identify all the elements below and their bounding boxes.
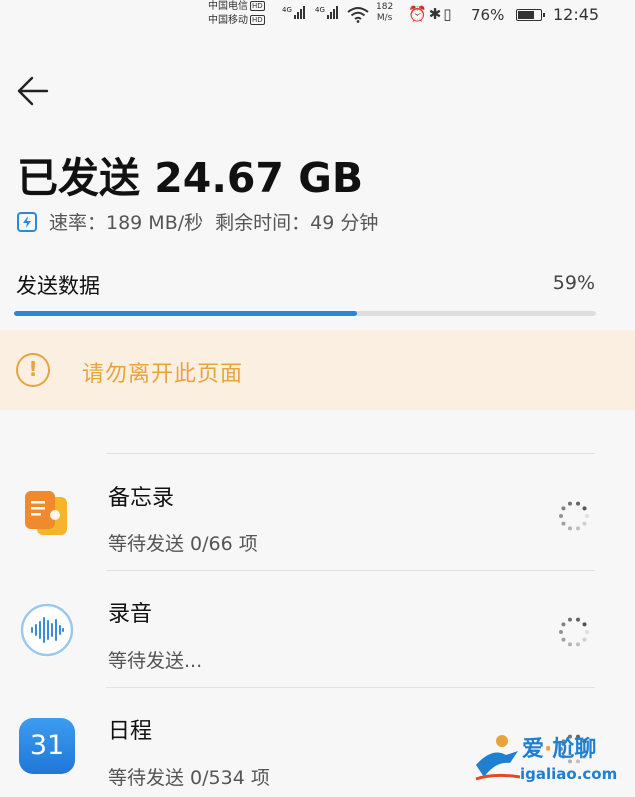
spinner-dot bbox=[567, 501, 572, 506]
divider bbox=[106, 570, 595, 571]
spinner-dot bbox=[576, 526, 581, 531]
remaining-time: 剩余时间：49 分钟 bbox=[215, 212, 379, 234]
spinner-dot bbox=[585, 630, 589, 634]
alarm-icon: ⏰ bbox=[408, 5, 429, 23]
network-speed: 182 M/s bbox=[376, 2, 394, 23]
divider bbox=[106, 687, 595, 688]
spinner-dot bbox=[576, 501, 581, 506]
spinner-dot bbox=[561, 521, 566, 526]
spinner-dot bbox=[582, 506, 587, 511]
clock: 12:45 bbox=[553, 5, 600, 24]
watermark-logo: 爱·尬聊 igaliao.com bbox=[472, 731, 627, 793]
watermark-text: 尬聊 bbox=[552, 737, 597, 762]
spinner-dot bbox=[582, 637, 587, 642]
bluetooth-icon: ✱ bbox=[428, 5, 444, 23]
progress-fill bbox=[14, 311, 358, 316]
page-title: 已发送 24.67 GB bbox=[17, 154, 364, 202]
carrier-2: 中国移动 bbox=[208, 15, 248, 26]
divider bbox=[106, 453, 595, 454]
carrier-1: 中国电信 bbox=[208, 1, 248, 12]
notes-icon bbox=[19, 487, 75, 543]
carrier-info: 中国电信 HD 中国移动 HD bbox=[208, 0, 265, 28]
loading-spinner-icon bbox=[558, 616, 590, 648]
spinner-dot bbox=[585, 514, 589, 518]
item-status: 等待发送 0/534 项 bbox=[108, 767, 270, 789]
signal-icon: 4G bbox=[315, 6, 338, 19]
battery-icon bbox=[516, 9, 545, 21]
item-name: 日程 bbox=[108, 719, 153, 744]
item-status: 等待发送... bbox=[108, 650, 203, 672]
progress-label: 发送数据 bbox=[16, 274, 100, 298]
calendar-icon: 31 bbox=[19, 718, 75, 774]
back-button[interactable] bbox=[16, 74, 52, 108]
lightning-icon bbox=[17, 211, 37, 232]
transfer-info: 速率：189 MB/秒 剩余时间：49 分钟 bbox=[17, 208, 378, 235]
progress-bar bbox=[14, 311, 596, 316]
watermark-text: 爱 bbox=[522, 737, 545, 762]
signal-icon: 4G bbox=[282, 6, 305, 19]
spinner-dot bbox=[567, 526, 572, 531]
status-bar: 中国电信 HD 中国移动 HD 4G 4G 182 M/s ⏰✱▯ 76% 12:4… bbox=[0, 0, 635, 34]
back-arrow-icon bbox=[17, 76, 49, 106]
loading-spinner-icon bbox=[558, 500, 590, 532]
wifi-icon bbox=[347, 7, 369, 23]
spinner-dot bbox=[576, 617, 581, 622]
spinner-dot bbox=[576, 642, 581, 647]
spinner-dot bbox=[561, 637, 566, 642]
vibrate-icon: ▯ bbox=[443, 5, 454, 23]
hd-badge: HD bbox=[250, 1, 265, 11]
spinner-dot bbox=[567, 617, 572, 622]
spinner-dot bbox=[559, 514, 563, 518]
item-status: 等待发送 0/66 项 bbox=[108, 533, 258, 555]
recorder-icon bbox=[19, 602, 75, 658]
status-icons: ⏰✱▯ bbox=[408, 5, 454, 23]
spinner-dot bbox=[561, 506, 566, 511]
watermark-url: igaliao.com bbox=[520, 765, 618, 783]
item-name: 备忘录 bbox=[108, 486, 175, 511]
spinner-dot bbox=[582, 521, 587, 526]
spinner-dot bbox=[567, 642, 572, 647]
spinner-dot bbox=[559, 630, 563, 634]
warning-icon: ! bbox=[16, 353, 50, 387]
progress-percent: 59% bbox=[552, 272, 595, 294]
item-name: 录音 bbox=[108, 602, 153, 627]
spinner-dot bbox=[582, 622, 587, 627]
spinner-dot bbox=[561, 622, 566, 627]
battery-percent: 76% bbox=[471, 6, 505, 24]
transfer-rate: 速率：189 MB/秒 bbox=[49, 212, 204, 234]
watermark-icon bbox=[475, 735, 521, 781]
calendar-date: 31 bbox=[29, 730, 65, 761]
warning-text: 请勿离开此页面 bbox=[82, 362, 244, 387]
hd-badge: HD bbox=[250, 15, 265, 25]
